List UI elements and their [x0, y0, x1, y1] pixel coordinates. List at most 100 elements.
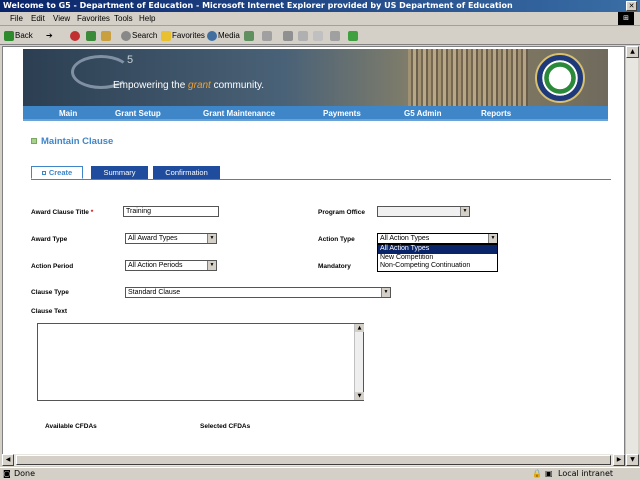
nav-payments[interactable]: Payments [323, 106, 361, 121]
tab-confirmation[interactable]: Confirmation [153, 166, 220, 179]
textarea-scrollbar[interactable]: ▲ ▼ [354, 324, 364, 400]
g5-banner: 5 Empowering the grant community. [23, 49, 608, 106]
menu-help[interactable]: Help [139, 13, 155, 25]
banner-bookshelf-image [408, 49, 528, 106]
intranet-zone-icon: ▣ [545, 469, 553, 478]
section-bullet-icon [31, 138, 37, 145]
action-period-label: Action Period [31, 263, 74, 270]
close-icon: ✕ [628, 2, 635, 10]
clause-text-label: Clause Text [31, 308, 68, 315]
scroll-down-icon[interactable]: ▼ [355, 392, 364, 400]
mail-button[interactable] [262, 30, 273, 42]
media-button[interactable]: Media [207, 30, 240, 42]
stop-icon [70, 30, 80, 41]
search-button[interactable]: Search [121, 30, 157, 42]
edit-button[interactable] [298, 30, 309, 42]
nav-g5-admin[interactable]: G5 Admin [404, 106, 441, 121]
media-icon [207, 30, 217, 41]
chevron-down-icon: ▼ [207, 234, 216, 243]
menu-edit[interactable]: Edit [31, 13, 45, 25]
action-type-dropdown-list: All Action Types New Competition Non-Com… [377, 244, 498, 272]
scroll-left-icon[interactable]: ◀ [2, 454, 14, 466]
forward-button[interactable]: ➔ [46, 30, 53, 42]
action-type-select[interactable]: All Action Types ▼ [377, 233, 498, 244]
award-clause-title-label: Award Clause Title * [31, 209, 94, 216]
clause-type-label: Clause Type [31, 289, 69, 296]
nav-reports[interactable]: Reports [481, 106, 511, 121]
action-type-label: Action Type [318, 236, 355, 243]
home-button[interactable] [101, 30, 112, 42]
tab-create[interactable]: Create [31, 166, 83, 179]
selected-cfdas-label: Selected CFDAs [200, 423, 251, 430]
nav-main[interactable]: Main [59, 106, 77, 121]
discuss-icon [313, 30, 323, 41]
messenger-button[interactable] [348, 30, 359, 42]
status-text: Done [14, 469, 36, 478]
stop-button[interactable] [70, 30, 81, 42]
research-button[interactable] [330, 30, 341, 42]
tab-strip: Create Summary Confirmation [31, 166, 611, 180]
print-icon [283, 30, 293, 41]
tab-summary[interactable]: Summary [91, 166, 148, 179]
scroll-down-icon[interactable]: ▼ [626, 454, 639, 466]
program-office-select[interactable]: ▼ [377, 206, 470, 217]
clause-type-select[interactable]: Standard Clause ▼ [125, 287, 391, 298]
search-icon [121, 30, 131, 41]
page-horizontal-scrollbar[interactable]: ◀ ▶ [2, 454, 625, 466]
window-title-bar: Welcome to G5 - Department of Education … [0, 0, 640, 12]
lock-icon: 🔒 [532, 469, 542, 478]
menu-favorites[interactable]: Favorites [77, 13, 110, 25]
chevron-down-icon: ▼ [488, 234, 497, 243]
chevron-down-icon: ▼ [381, 288, 390, 297]
home-icon [101, 30, 111, 41]
status-bar: ◙ Done 🔒 ▣ Local intranet [0, 467, 640, 480]
mandatory-label: Mandatory [318, 263, 351, 270]
main-navigation: Main Grant Setup Grant Maintenance Payme… [23, 106, 608, 121]
nav-grant-setup[interactable]: Grant Setup [115, 106, 161, 121]
action-type-option[interactable]: All Action Types [378, 245, 497, 254]
research-icon [330, 30, 340, 41]
award-clause-title-input[interactable]: Training [123, 206, 219, 217]
mail-icon [262, 30, 272, 41]
chevron-down-icon: ▼ [460, 207, 469, 216]
page-viewport: 5 Empowering the grant community. Main G… [2, 46, 625, 466]
menu-tools[interactable]: Tools [114, 13, 133, 25]
refresh-button[interactable] [86, 30, 97, 42]
window-title: Welcome to G5 - Department of Education … [3, 1, 513, 10]
scroll-up-icon[interactable]: ▲ [355, 324, 364, 332]
scroll-up-icon[interactable]: ▲ [626, 46, 639, 58]
department-seal-icon [535, 53, 585, 103]
page-vertical-scrollbar[interactable]: ▲ ▼ [625, 46, 639, 466]
messenger-icon [348, 30, 358, 41]
available-cfdas-label: Available CFDAs [45, 423, 97, 430]
nav-grant-maintenance[interactable]: Grant Maintenance [203, 106, 275, 121]
award-type-select[interactable]: All Award Types ▼ [125, 233, 217, 244]
edit-icon [298, 30, 308, 41]
back-arrow-icon [4, 30, 14, 41]
tab-bullet-icon [41, 171, 46, 176]
scroll-right-icon[interactable]: ▶ [613, 454, 625, 466]
print-button[interactable] [283, 30, 294, 42]
program-office-label: Program Office [318, 209, 365, 216]
chevron-down-icon: ▼ [207, 261, 216, 270]
page-title: Maintain Clause [31, 136, 113, 147]
favorites-button[interactable]: Favorites [161, 30, 205, 42]
menu-view[interactable]: View [53, 13, 70, 25]
clause-text-textarea[interactable]: ▲ ▼ [37, 323, 364, 401]
award-type-label: Award Type [31, 236, 68, 243]
back-button[interactable]: Back [4, 30, 33, 42]
horizontal-scroll-thumb[interactable] [16, 455, 611, 465]
windows-logo-icon: ⊞ [618, 12, 634, 25]
history-button[interactable] [244, 30, 255, 42]
banner-tagline: Empowering the grant community. [113, 80, 265, 91]
refresh-icon [86, 30, 96, 41]
discuss-button[interactable] [313, 30, 324, 42]
close-window-button[interactable]: ✕ [626, 1, 637, 11]
menu-bar: File Edit View Favorites Tools Help ⊞ [0, 12, 640, 26]
required-indicator: * [90, 209, 94, 216]
action-type-option[interactable]: New Competition [378, 254, 497, 263]
menu-file[interactable]: File [10, 13, 23, 25]
action-period-select[interactable]: All Action Periods ▼ [125, 260, 217, 271]
action-type-option[interactable]: Non-Competing Continuation [378, 262, 497, 271]
security-zone-text: Local intranet [558, 469, 614, 478]
